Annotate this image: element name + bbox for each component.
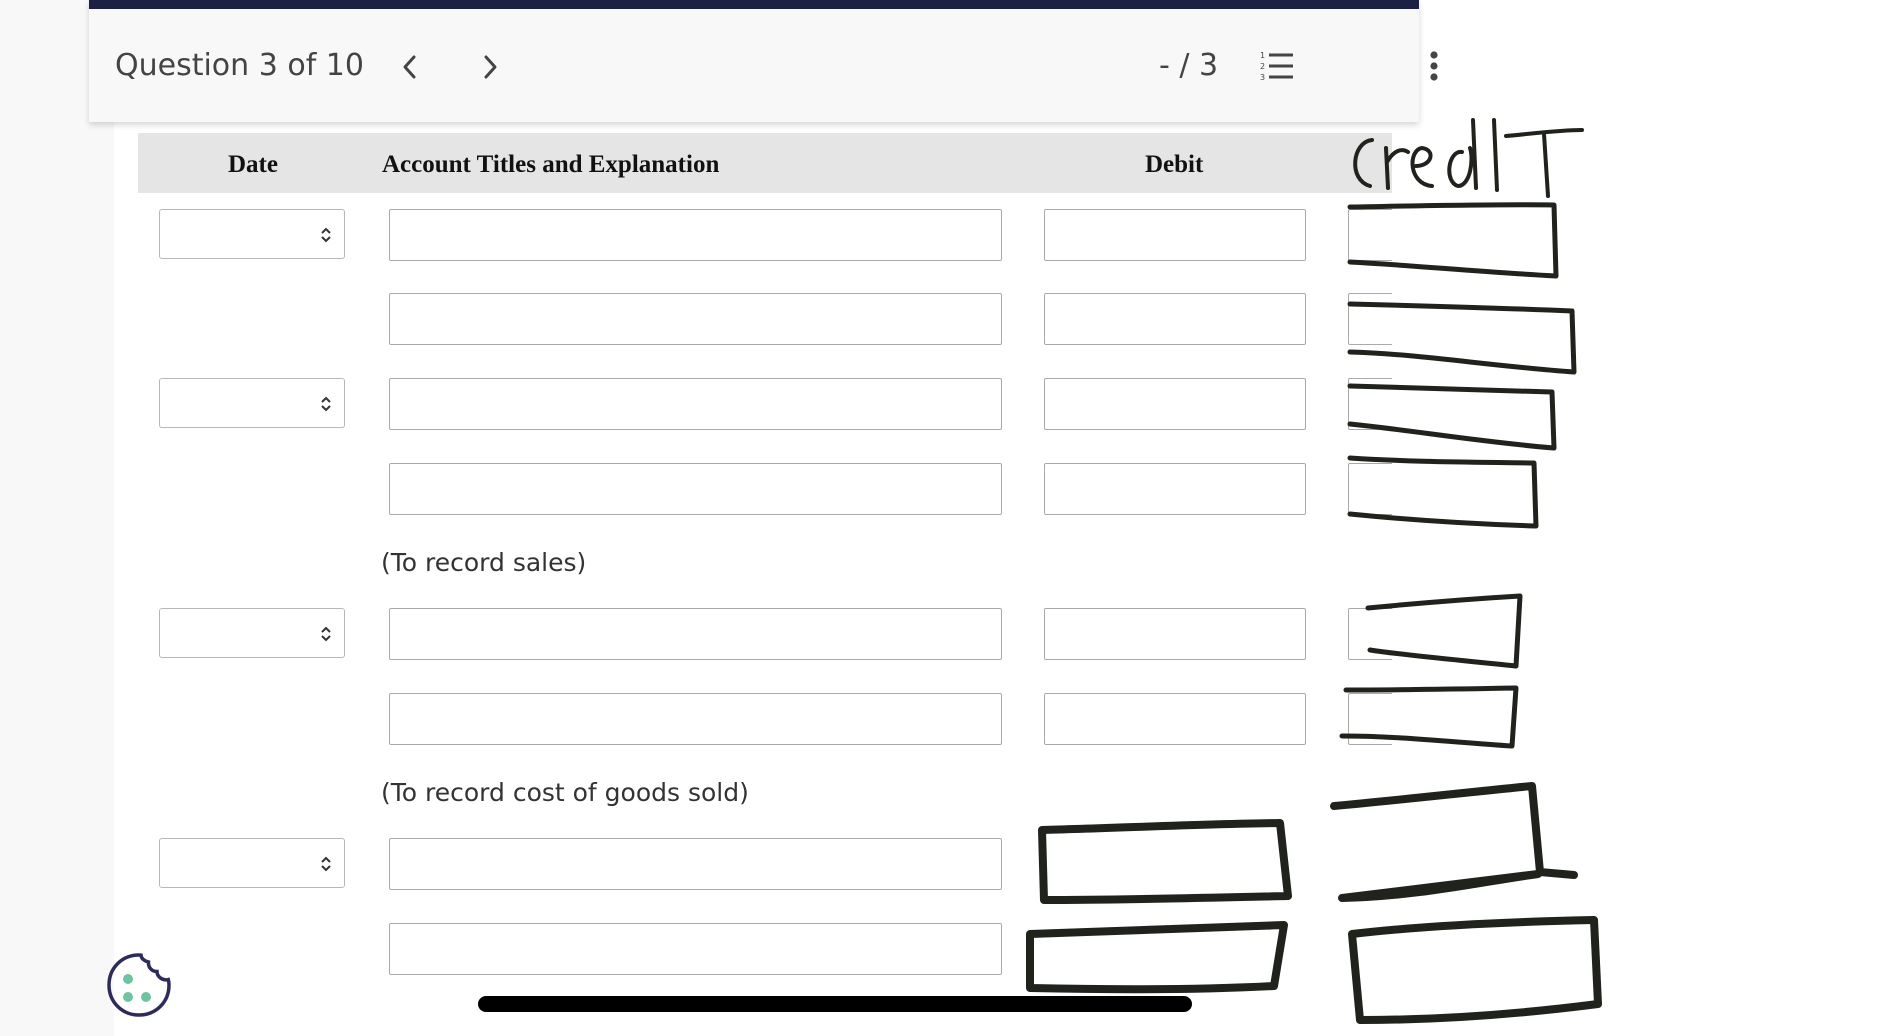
account-title-input[interactable] (389, 838, 1002, 890)
entry-explanation-sales: (To record sales) (381, 548, 587, 577)
debit-input[interactable] (1044, 293, 1306, 345)
question-list-button[interactable]: 1 2 3 (1260, 50, 1294, 82)
cookie-icon (107, 953, 171, 1017)
account-title-input[interactable] (389, 209, 1002, 261)
cookie-settings-button[interactable] (106, 952, 172, 1018)
left-gutter (0, 0, 114, 1036)
credit-input[interactable] (1348, 209, 1392, 261)
debit-input[interactable] (1044, 608, 1306, 660)
account-title-input[interactable] (389, 463, 1002, 515)
select-arrows-icon (321, 856, 331, 872)
debit-input[interactable] (1044, 693, 1306, 745)
previous-question-button[interactable] (395, 50, 425, 84)
question-header: Question 3 of 10 - / 3 1 2 3 (89, 0, 1438, 122)
chevron-left-icon (403, 55, 416, 79)
credit-input[interactable] (1348, 608, 1392, 660)
credit-input[interactable] (1348, 693, 1392, 745)
journal-table-header: Date Account Titles and Explanation Debi… (138, 133, 1392, 193)
credit-input[interactable] (1348, 378, 1392, 430)
select-arrows-icon (321, 396, 331, 412)
account-title-input[interactable] (389, 293, 1002, 345)
account-title-input[interactable] (389, 923, 1002, 975)
select-arrows-icon (321, 227, 331, 243)
more-vertical-icon (1430, 51, 1438, 81)
account-title-input[interactable] (389, 693, 1002, 745)
column-header-debit: Debit (1145, 151, 1204, 178)
question-counter: Question 3 of 10 (115, 48, 364, 83)
select-arrows-icon (321, 626, 331, 642)
numbered-list-icon: 1 2 3 (1260, 51, 1293, 82)
header-accent-bar (89, 0, 1419, 9)
account-title-input[interactable] (389, 608, 1002, 660)
svg-text:3: 3 (1260, 73, 1265, 82)
column-header-account: Account Titles and Explanation (382, 151, 720, 178)
chevron-right-icon (484, 55, 497, 79)
debit-input[interactable] (1044, 209, 1306, 261)
credit-input[interactable] (1348, 463, 1392, 515)
score-display: - / 3 (1159, 48, 1219, 83)
date-select[interactable] (159, 378, 345, 428)
date-select[interactable] (159, 608, 345, 658)
horizontal-scrollbar[interactable] (478, 996, 1192, 1012)
debit-input[interactable] (1044, 378, 1306, 430)
next-question-button[interactable] (475, 50, 505, 84)
date-select[interactable] (159, 209, 345, 259)
svg-text:1: 1 (1260, 51, 1265, 60)
account-title-input[interactable] (389, 378, 1002, 430)
svg-text:2: 2 (1260, 62, 1265, 71)
date-select[interactable] (159, 838, 345, 888)
entry-explanation-cogs: (To record cost of goods sold) (381, 778, 749, 807)
column-header-date: Date (228, 151, 278, 178)
credit-input[interactable] (1348, 293, 1392, 345)
debit-input[interactable] (1044, 463, 1306, 515)
right-gutter (1392, 0, 1892, 1036)
more-options-button[interactable] (1429, 50, 1439, 82)
